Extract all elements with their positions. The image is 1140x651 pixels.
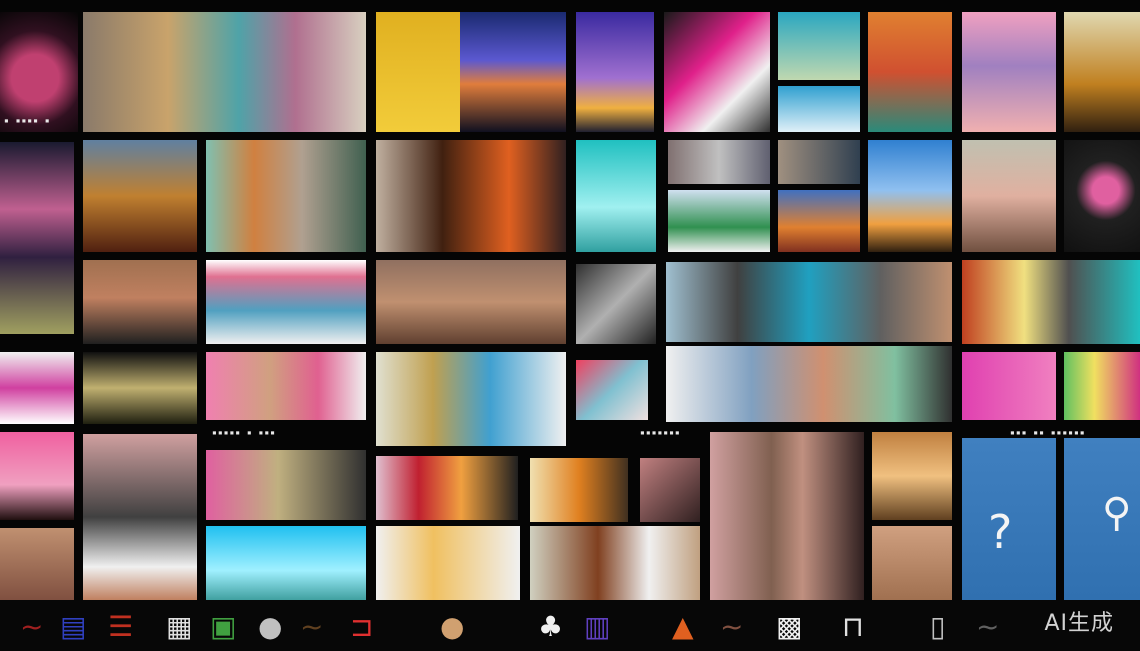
ai-generated-watermark: AI生成 (1044, 611, 1114, 636)
mosaic-tile (83, 434, 197, 600)
mosaic-tile (83, 140, 197, 252)
mosaic-tile (1064, 352, 1140, 420)
mosaic-tile (530, 458, 628, 522)
mosaic-tile (668, 140, 770, 184)
bottom-strip-icon: ▤ (60, 610, 87, 643)
tile-glyph: ⚲ (1102, 490, 1132, 536)
mosaic-tile (376, 526, 520, 600)
mosaic-tile (576, 360, 648, 420)
mosaic-tile (376, 12, 460, 132)
mosaic-tile (83, 352, 197, 424)
mosaic-tile (778, 86, 860, 132)
mosaic-tile (0, 142, 74, 334)
mosaic-tile (962, 12, 1056, 132)
mosaic-tile (778, 190, 860, 252)
mosaic-tile (0, 352, 74, 424)
tile-caption: ▪▪▪ ▪▪ ▪▪▪▪▪▪ (1010, 428, 1086, 437)
mosaic-tile (664, 12, 770, 132)
mosaic-tile (962, 352, 1056, 420)
bottom-strip-icon: ▥ (584, 610, 611, 643)
mosaic-tile (778, 140, 860, 184)
mosaic-tile (460, 12, 566, 132)
bottom-strip-icon: ⊓ (842, 610, 864, 643)
bottom-strip-icon: ~ (300, 610, 324, 643)
bottom-strip-icon: ▩ (776, 610, 803, 643)
mosaic-tile (872, 432, 952, 520)
mosaic-tile (710, 432, 864, 600)
mosaic-tile (206, 260, 366, 344)
mosaic-tile (666, 262, 952, 342)
mosaic-tile (206, 352, 366, 420)
mosaic-tile (376, 260, 566, 344)
bottom-strip-icon: ⊐ (350, 610, 374, 643)
mosaic-tile (0, 12, 78, 132)
mosaic-tile (376, 352, 566, 446)
mosaic-tile (83, 12, 366, 132)
tile-caption: ▪▪▪▪▪▪▪ (640, 428, 681, 437)
mosaic-tile (778, 12, 860, 80)
bottom-strip-icon: ☰ (108, 610, 134, 643)
bottom-strip-icon: ● (440, 610, 465, 643)
mosaic-tile (668, 190, 770, 252)
mosaic-tile (206, 140, 366, 252)
mosaic-tile (0, 432, 74, 520)
mosaic-tile (530, 526, 700, 600)
tile-caption: ▪▪▪▪▪ ▪ ▪▪▪ (212, 428, 276, 437)
mosaic-tile (962, 260, 1140, 344)
mosaic-tile (1064, 12, 1140, 132)
bottom-strip-icon: ▣ (210, 610, 237, 643)
mosaic-tile (576, 140, 656, 252)
mosaic-tile (376, 456, 518, 520)
mosaic-tile (1064, 140, 1140, 252)
mosaic-tile (206, 526, 366, 600)
mosaic-tile (872, 526, 952, 600)
mosaic-tile (83, 260, 197, 344)
mosaic-tile (376, 140, 566, 252)
mosaic-tile (868, 12, 952, 132)
bottom-strip-icon: ▲ (672, 610, 694, 643)
bottom-strip-icon: ~ (720, 610, 744, 643)
mosaic-tile (962, 140, 1056, 252)
bottom-strip-icon: ~ (976, 610, 1000, 643)
mosaic-tile (640, 458, 700, 522)
mosaic-tile (0, 528, 74, 600)
bottom-strip-icon: ~ (20, 610, 44, 643)
mosaic-tile (576, 12, 654, 132)
mosaic-tile (206, 450, 366, 520)
bottom-strip-icon: ▯ (930, 610, 946, 643)
bottom-strip-icon: ♣ (538, 610, 564, 643)
tile-glyph: ? (988, 505, 1013, 559)
mosaic-tile (868, 140, 952, 252)
tile-caption: ▪ ▪▪▪▪ ▪ (4, 116, 51, 125)
mosaic-tile (666, 346, 952, 422)
mosaic-tile (576, 264, 656, 344)
bottom-strip-icon: ● (258, 610, 283, 643)
bottom-strip-icon: ▦ (166, 610, 193, 643)
